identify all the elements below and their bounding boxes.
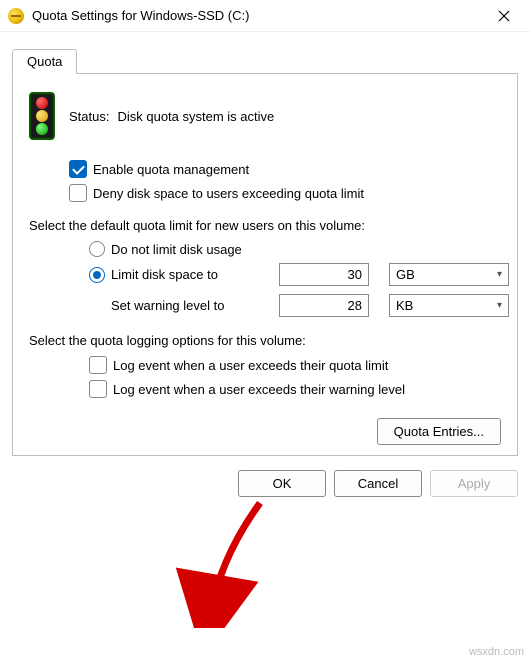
quota-entries-button[interactable]: Quota Entries... [377, 418, 501, 445]
ok-button[interactable]: OK [238, 470, 326, 497]
dialog-footer: OK Cancel Apply [0, 456, 530, 497]
chevron-down-icon: ▾ [497, 269, 502, 280]
traffic-red-icon [36, 97, 48, 109]
close-icon [498, 10, 510, 22]
cancel-button[interactable]: Cancel [334, 470, 422, 497]
close-button[interactable] [482, 0, 526, 32]
no-limit-row[interactable]: Do not limit disk usage [89, 241, 501, 257]
limit-label: Limit disk space to [111, 267, 218, 282]
annotation-arrow-icon [150, 498, 270, 628]
deny-space-row[interactable]: Deny disk space to users exceeding quota… [69, 184, 501, 202]
traffic-green-icon [36, 123, 48, 135]
traffic-yellow-icon [36, 110, 48, 122]
disk-coin-icon [8, 8, 24, 24]
status-row: Status: Disk quota system is active [29, 92, 501, 140]
traffic-light-icon [29, 92, 55, 140]
window-title: Quota Settings for Windows-SSD (C:) [32, 8, 482, 23]
tab-quota-label: Quota [27, 54, 62, 69]
status-value: Disk quota system is active [117, 109, 274, 124]
limit-section-heading: Select the default quota limit for new u… [29, 218, 501, 233]
quota-panel: Status: Disk quota system is active Enab… [12, 73, 518, 456]
enable-quota-row[interactable]: Enable quota management [69, 160, 501, 178]
tab-strip: Quota [0, 32, 530, 73]
log-exceed-limit-label: Log event when a user exceeds their quot… [113, 358, 388, 373]
status-label: Status: [69, 109, 109, 124]
enable-quota-checkbox[interactable] [69, 160, 87, 178]
warning-unit-value: KB [396, 298, 413, 313]
warning-value-input[interactable] [279, 294, 369, 317]
logging-section-heading: Select the quota logging options for thi… [29, 333, 501, 348]
no-limit-label: Do not limit disk usage [111, 242, 242, 257]
log-exceed-warning-label: Log event when a user exceeds their warn… [113, 382, 405, 397]
log-exceed-warning-row[interactable]: Log event when a user exceeds their warn… [89, 380, 501, 398]
titlebar: Quota Settings for Windows-SSD (C:) [0, 0, 530, 32]
limit-grid: Limit disk space to GB ▾ Set warning lev… [89, 263, 501, 317]
deny-space-checkbox[interactable] [69, 184, 87, 202]
enable-quota-label: Enable quota management [93, 162, 249, 177]
limit-unit-value: GB [396, 267, 415, 282]
log-exceed-warning-checkbox[interactable] [89, 380, 107, 398]
warning-unit-select[interactable]: KB ▾ [389, 294, 509, 317]
entries-row: Quota Entries... [29, 418, 501, 445]
warning-label: Set warning level to [89, 298, 269, 313]
limit-unit-select[interactable]: GB ▾ [389, 263, 509, 286]
apply-button: Apply [430, 470, 518, 497]
no-limit-radio[interactable] [89, 241, 105, 257]
deny-space-label: Deny disk space to users exceeding quota… [93, 186, 364, 201]
log-exceed-limit-row[interactable]: Log event when a user exceeds their quot… [89, 356, 501, 374]
status-text: Status: Disk quota system is active [69, 109, 274, 124]
tab-quota[interactable]: Quota [12, 49, 77, 74]
limit-radio[interactable] [89, 267, 105, 283]
log-exceed-limit-checkbox[interactable] [89, 356, 107, 374]
limit-row[interactable]: Limit disk space to [89, 267, 269, 283]
watermark-text: wsxdn.com [469, 646, 524, 658]
chevron-down-icon: ▾ [497, 300, 502, 311]
limit-value-input[interactable] [279, 263, 369, 286]
